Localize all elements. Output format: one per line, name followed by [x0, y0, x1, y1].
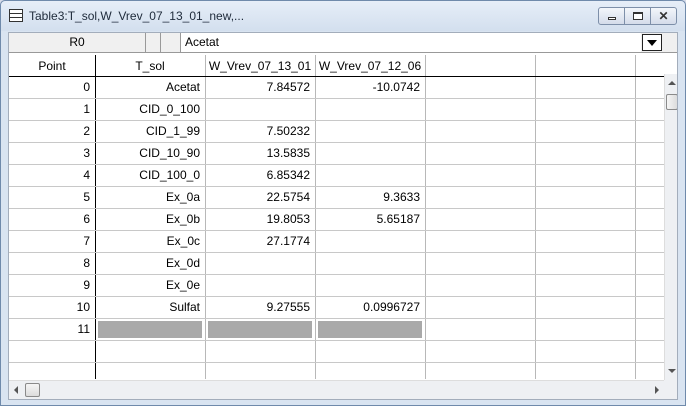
row-number[interactable]: 4	[9, 164, 95, 186]
row-number[interactable]: 2	[9, 120, 95, 142]
data-table: Point T_sol W_Vrev_07_13_01 W_Vrev_07_12_06…	[9, 55, 664, 379]
row-number[interactable]: 10	[9, 296, 95, 318]
row-number[interactable]: 5	[9, 186, 95, 208]
row-number[interactable]: 7	[9, 230, 95, 252]
table-cell[interactable]	[315, 98, 425, 120]
table-icon	[9, 9, 23, 22]
table-cell[interactable]	[205, 98, 315, 120]
entry-divider	[161, 33, 181, 52]
window-title: Table3:T_sol,W_Vrev_07_13_01_new,...	[29, 9, 245, 23]
column-header[interactable]	[635, 55, 664, 76]
table-cell[interactable]: 7.50232	[205, 120, 315, 142]
table-cell[interactable]: CID_0_100	[95, 98, 205, 120]
table-cell[interactable]	[315, 252, 425, 274]
vertical-scroll-thumb[interactable]	[666, 94, 677, 110]
column-header[interactable]	[425, 55, 535, 76]
column-divider	[635, 55, 636, 379]
table-cell[interactable]	[315, 230, 425, 252]
row-number[interactable]: 1	[9, 98, 95, 120]
table-cell[interactable]	[315, 142, 425, 164]
entry-line: R0 Acetat	[9, 33, 677, 53]
close-button[interactable]: ✕	[650, 7, 677, 25]
insertion-cell[interactable]	[98, 321, 202, 338]
table-cell[interactable]: Ex_0e	[95, 274, 205, 296]
table-cell[interactable]: 7.84572	[205, 76, 315, 98]
scrollbar-corner	[664, 380, 677, 399]
table-cell[interactable]: CID_100_0	[95, 164, 205, 186]
table-cell[interactable]: -10.0742	[315, 76, 425, 98]
row-divider	[9, 340, 664, 341]
row-number[interactable]: 11	[9, 318, 95, 340]
table-cell[interactable]: 27.1774	[205, 230, 315, 252]
table-cell[interactable]: Ex_0a	[95, 186, 205, 208]
entry-dropdown-button[interactable]	[642, 34, 662, 51]
table-cell[interactable]: Ex_0d	[95, 252, 205, 274]
maximize-icon	[633, 12, 643, 20]
table-cell[interactable]	[315, 164, 425, 186]
row-divider	[9, 318, 664, 319]
table-cell[interactable]	[205, 252, 315, 274]
column-header[interactable]: Point	[9, 55, 95, 76]
title-bar[interactable]: Table3:T_sol,W_Vrev_07_13_01_new,... ✕	[1, 1, 685, 31]
scroll-up-icon[interactable]	[668, 81, 676, 85]
table-cell[interactable]: Ex_0b	[95, 208, 205, 230]
table-cell[interactable]: 13.5835	[205, 142, 315, 164]
column-divider	[425, 55, 426, 379]
scroll-right-icon[interactable]	[655, 386, 659, 394]
entry-field[interactable]: Acetat	[181, 33, 641, 52]
row-divider	[9, 362, 664, 363]
table-cell[interactable]: 22.5754	[205, 186, 315, 208]
table-cell[interactable]	[315, 120, 425, 142]
table-cell[interactable]: 6.85342	[205, 164, 315, 186]
row-reference: R0	[9, 33, 146, 52]
row-number[interactable]: 0	[9, 76, 95, 98]
row-number[interactable]: 3	[9, 142, 95, 164]
column-divider	[535, 55, 536, 379]
minimize-icon	[608, 17, 616, 20]
table-cell[interactable]: 9.27555	[205, 296, 315, 318]
table-window: Table3:T_sol,W_Vrev_07_13_01_new,... ✕ R…	[0, 0, 686, 406]
entry-divider	[146, 33, 161, 52]
close-icon: ✕	[658, 9, 669, 23]
scroll-down-icon[interactable]	[668, 369, 676, 373]
insertion-cell[interactable]	[208, 321, 312, 338]
table-cell[interactable]: Ex_0c	[95, 230, 205, 252]
table-cell[interactable]: 9.3633	[315, 186, 425, 208]
column-header[interactable]: T_sol	[95, 55, 205, 76]
table-cell[interactable]: 5.65187	[315, 208, 425, 230]
table-cell[interactable]	[315, 274, 425, 296]
table-cell[interactable]: 0.0996727	[315, 296, 425, 318]
vertical-scrollbar[interactable]	[664, 74, 677, 380]
row-number[interactable]: 6	[9, 208, 95, 230]
table-cell[interactable]: Acetat	[95, 76, 205, 98]
maximize-button[interactable]	[624, 7, 651, 25]
table-client-area: R0 Acetat Point T_sol W_Vrev_07_13_01 W_Vre…	[8, 32, 678, 400]
minimize-button[interactable]	[598, 7, 625, 25]
row-number[interactable]: 8	[9, 252, 95, 274]
row-number[interactable]: 9	[9, 274, 95, 296]
table-cell[interactable]: CID_1_99	[95, 120, 205, 142]
horizontal-scroll-thumb[interactable]	[25, 383, 40, 397]
horizontal-scrollbar[interactable]	[9, 380, 664, 399]
column-header[interactable]	[535, 55, 635, 76]
window-controls: ✕	[598, 7, 677, 25]
column-header[interactable]: W_Vrev_07_12_06	[315, 55, 425, 76]
table-cell[interactable]: 19.8053	[205, 208, 315, 230]
table-cell[interactable]: CID_10_90	[95, 142, 205, 164]
insertion-cell[interactable]	[318, 321, 422, 338]
scroll-left-icon[interactable]	[14, 386, 18, 394]
table-cell[interactable]	[205, 274, 315, 296]
column-header[interactable]: W_Vrev_07_13_01	[205, 55, 315, 76]
table-cell[interactable]: Sulfat	[95, 296, 205, 318]
